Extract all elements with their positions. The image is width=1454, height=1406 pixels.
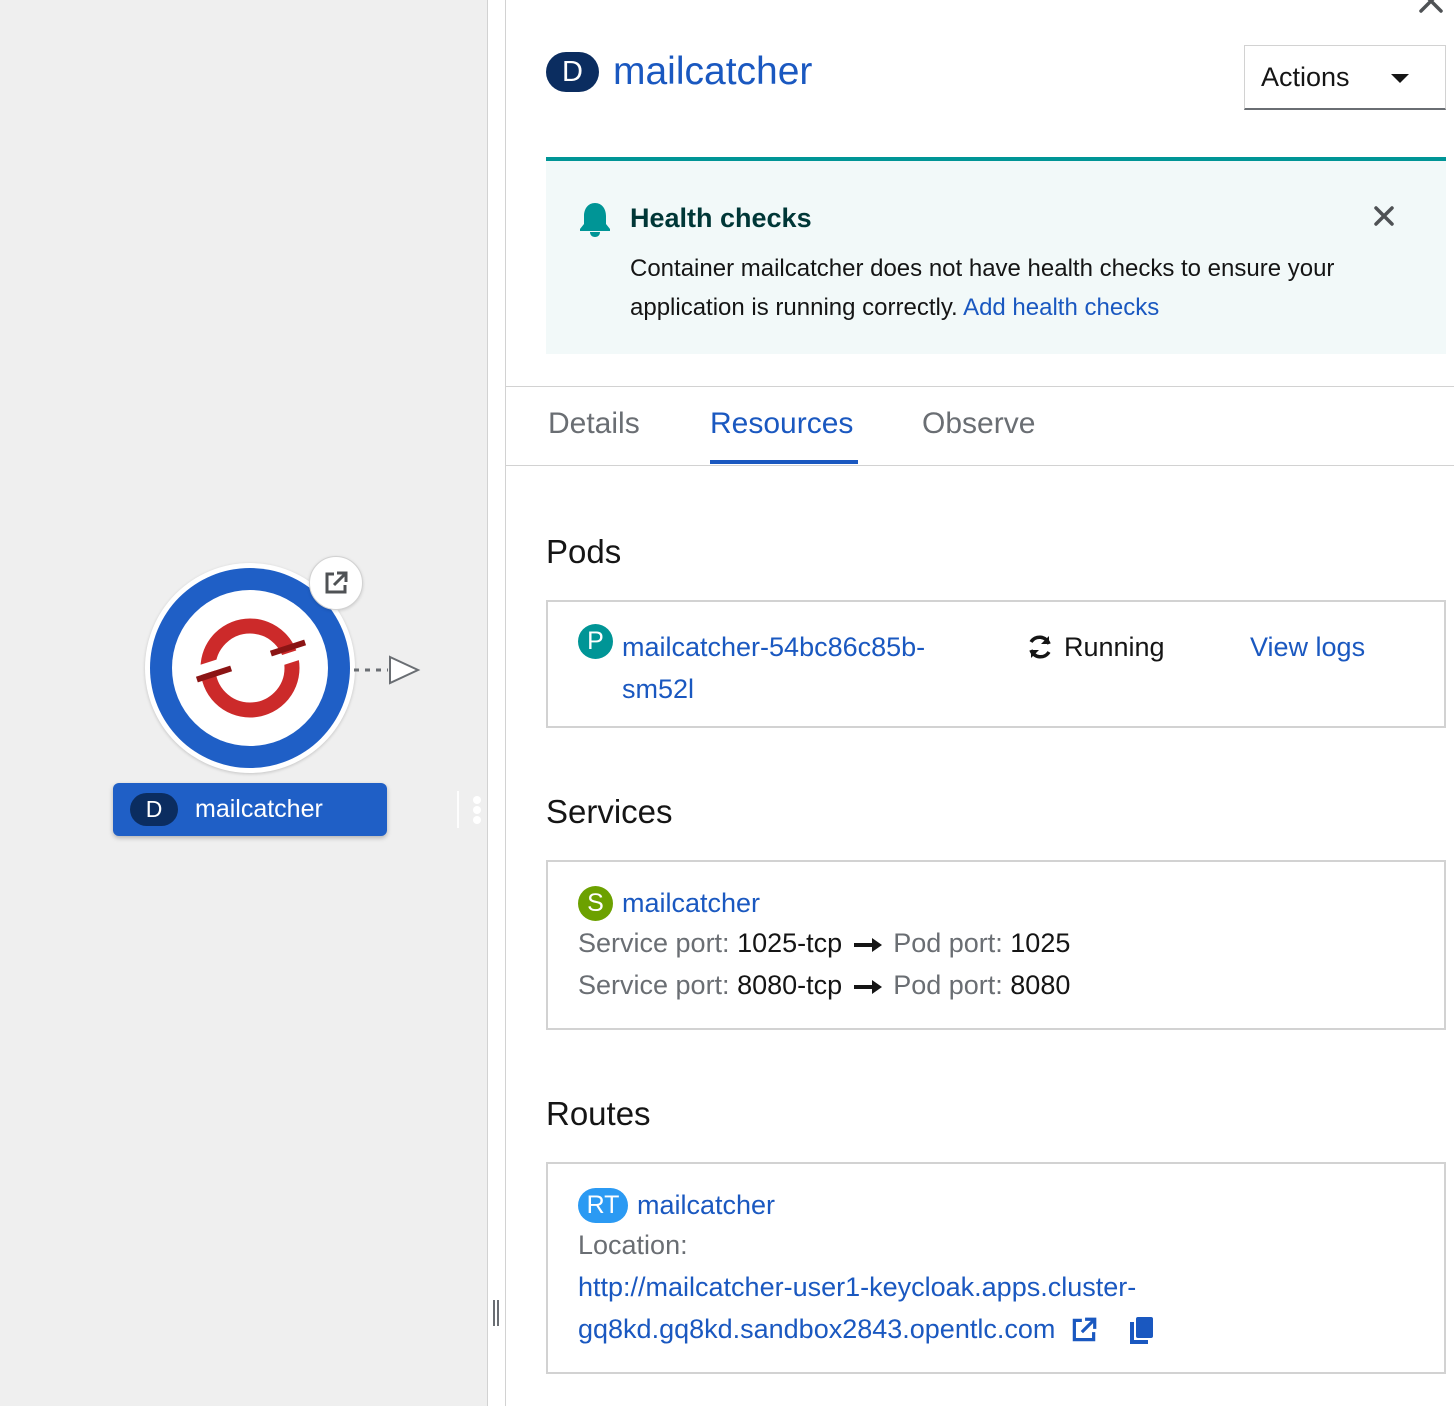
close-panel-icon[interactable] — [1418, 0, 1444, 14]
arrow-right-icon — [853, 979, 882, 994]
list-item: P — [578, 624, 613, 659]
open-url-button[interactable] — [309, 556, 363, 610]
service-port-value: 8080-tcp — [737, 970, 843, 1000]
pod-port-label: Pod port: — [893, 928, 1003, 958]
route-badge: RT — [578, 1188, 628, 1223]
active-tab-indicator — [710, 460, 858, 464]
route-url-line2[interactable]: gq8kd.gq8kd.sandbox2843.opentlc.com — [578, 1314, 1055, 1345]
external-link-icon[interactable] — [1069, 1315, 1099, 1345]
service-port-value: 1025-tcp — [737, 928, 843, 958]
alert-title: Health checks — [630, 203, 812, 233]
external-link-icon — [325, 571, 348, 594]
service-badge: S — [578, 886, 613, 921]
connector-arrow-icon[interactable] — [352, 648, 424, 692]
pod-port-value: 8080 — [1010, 970, 1071, 1000]
view-logs-link[interactable]: View logs — [1250, 626, 1365, 668]
service-port-row: Service port: 1025-tcp Pod port: 1025 — [578, 928, 1070, 959]
pod-name-link[interactable]: mailcatcher-54bc86c85b- sm52l — [622, 626, 925, 710]
pods-section-title: Pods — [546, 533, 622, 570]
service-port-label: Service port: — [578, 970, 730, 1000]
add-health-checks-link[interactable]: Add health checks — [963, 294, 1159, 321]
topology-canvas[interactable]: D mailcatcher — [0, 0, 487, 1406]
services-list: S mailcatcher Service port: 1025-tcp Pod… — [546, 860, 1446, 1030]
sync-icon — [1029, 635, 1051, 659]
pod-name-line2[interactable]: sm52l — [622, 668, 925, 710]
location-label: Location: — [578, 1230, 688, 1260]
page-title[interactable]: mailcatcher — [613, 50, 812, 94]
caret-down-icon — [1391, 74, 1409, 83]
resize-handle-icon[interactable] — [491, 1300, 501, 1326]
workload-node-name[interactable]: mailcatcher — [195, 795, 323, 824]
list-item: S mailcatcher — [578, 886, 760, 921]
alert-close-icon[interactable] — [1372, 204, 1396, 228]
pod-name-line1[interactable]: mailcatcher-54bc86c85b- — [622, 626, 925, 668]
tab-details[interactable]: Details — [548, 407, 640, 441]
deployment-badge: D — [130, 793, 178, 826]
arrow-right-icon — [853, 937, 882, 952]
health-checks-alert: Health checks Container mailcatcher does… — [546, 157, 1446, 354]
pod-badge: P — [578, 624, 613, 659]
services-section-title: Services — [546, 793, 673, 830]
bell-icon — [580, 203, 610, 237]
list-item: RT mailcatcher — [578, 1188, 775, 1223]
panel-tabs: Details Resources Observe — [506, 386, 1454, 466]
tab-resources[interactable]: Resources — [710, 407, 853, 441]
workload-node-label[interactable]: D mailcatcher — [113, 783, 481, 836]
routes-list: RT mailcatcher Location: http://mailcatc… — [546, 1162, 1446, 1374]
route-name-link[interactable]: mailcatcher — [637, 1190, 775, 1221]
kebab-icon — [473, 795, 481, 824]
actions-dropdown[interactable]: Actions — [1244, 45, 1446, 110]
resource-side-panel: D mailcatcher Actions Health checks Cont… — [506, 0, 1454, 1406]
routes-section-title: Routes — [546, 1095, 651, 1132]
pod-port-value: 1025 — [1010, 928, 1071, 958]
copy-icon[interactable] — [1129, 1315, 1155, 1345]
pods-list: P mailcatcher-54bc86c85b- sm52l Running … — [546, 600, 1446, 728]
service-name-link[interactable]: mailcatcher — [622, 888, 760, 919]
alert-body: Container mailcatcher does not have heal… — [630, 249, 1420, 327]
pod-status-text: Running — [1064, 632, 1165, 662]
service-port-row: Service port: 8080-tcp Pod port: 8080 — [578, 970, 1070, 1001]
route-url-row: gq8kd.gq8kd.sandbox2843.opentlc.com — [578, 1314, 1155, 1345]
service-port-label: Service port: — [578, 928, 730, 958]
label-separator — [457, 791, 459, 828]
tab-observe[interactable]: Observe — [922, 407, 1035, 441]
panel-header: D mailcatcher — [546, 50, 812, 94]
pod-status: Running — [1026, 626, 1165, 668]
pod-port-label: Pod port: — [893, 970, 1003, 1000]
deployment-badge: D — [546, 52, 599, 92]
panel-resize-divider[interactable] — [487, 0, 506, 1406]
openshift-logo-icon — [195, 618, 307, 718]
actions-label: Actions — [1261, 61, 1350, 92]
route-url-line1[interactable]: http://mailcatcher-user1-keycloak.apps.c… — [578, 1272, 1136, 1303]
